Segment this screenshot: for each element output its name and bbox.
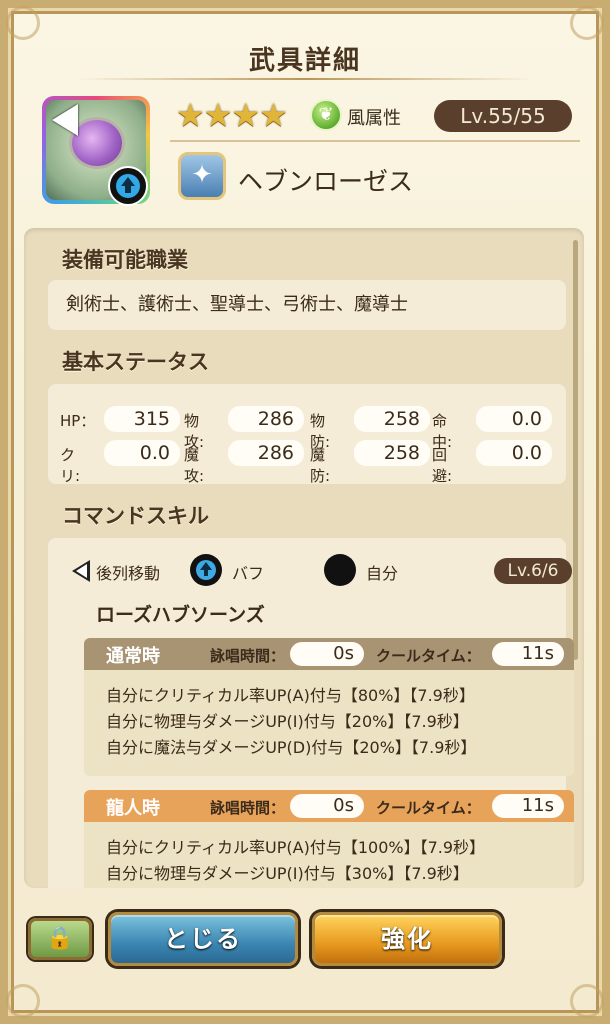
- lock-icon: 🔒: [46, 926, 74, 951]
- tag-buff: バフ: [232, 564, 265, 583]
- equippable-jobs: 剣術士、護術士、聖導士、弓術士、魔導士: [48, 280, 566, 330]
- attribute-label: 風属性: [347, 108, 401, 129]
- corner-ornament: [6, 984, 40, 1018]
- cooltime-value: 11s: [492, 794, 564, 818]
- cast-time-label: 詠唱時間：: [210, 647, 286, 665]
- tag-self: 自分: [366, 564, 399, 583]
- sparkle-skill-icon: ✦: [178, 152, 226, 200]
- cooltime-value: 11s: [492, 642, 564, 666]
- cast-time-label: 詠唱時間：: [210, 799, 286, 817]
- cast-time-value: 0s: [290, 642, 364, 666]
- stats-panel: HP： 315 物攻: 286 物防: 258 命中: 0.0 クリ: 0.0 魔攻: 28…: [48, 384, 566, 485]
- scrollbar[interactable]: [573, 240, 578, 660]
- back-row-move-icon: [72, 560, 90, 582]
- lock-button[interactable]: 🔒: [28, 918, 92, 960]
- cooltime-label: クールタイム：: [376, 799, 481, 817]
- weapon-name: ヘブンローゼス: [238, 167, 414, 196]
- weapon-level-badge: Lv.55/55: [434, 100, 572, 132]
- effect-line: 自分に魔法与ダメージUP(D)付与【20%】【7.9秒】: [106, 738, 477, 757]
- jobs-heading: 装備可能職業: [62, 248, 188, 272]
- wind-attribute-icon: ❦: [310, 99, 342, 131]
- dragon-mode-panel: 龍人時 詠唱時間： 0s クールタイム： 11s 自分にクリティカル率UP(A)…: [84, 790, 574, 888]
- normal-mode-title: 通常時: [106, 646, 160, 667]
- command-skill-heading: コマンドスキル: [62, 504, 209, 528]
- effect-line: 自分にクリティカル率UP(A)付与【80%】【7.9秒】: [106, 686, 475, 705]
- enhance-button[interactable]: 強化: [312, 912, 502, 966]
- tag-back-row-move: 後列移動: [96, 564, 161, 583]
- buff-up-icon: [108, 166, 148, 206]
- normal-mode-panel: 通常時 詠唱時間： 0s クールタイム： 11s 自分にクリティカル率UP(A)…: [84, 638, 574, 776]
- stats-heading: 基本ステータス: [62, 350, 209, 374]
- buff-icon: [190, 554, 222, 586]
- effect-line: 自分にクリティカル率UP(A)付与【100%】【7.9秒】: [106, 838, 486, 857]
- page-title: 武具詳細: [248, 46, 361, 76]
- title-divider: [75, 78, 535, 80]
- back-row-move-icon: [52, 104, 78, 136]
- skill-name: ローズハブソーンズ: [96, 604, 265, 626]
- header-divider: [170, 140, 580, 142]
- cooltime-label: クールタイム：: [376, 647, 481, 665]
- rose-weapon-image: [72, 120, 122, 166]
- rarity-stars: ★★★★: [176, 96, 288, 134]
- detail-scroll-area[interactable]: 装備可能職業 剣術士、護術士、聖導士、弓術士、魔導士 基本ステータス HP： 31…: [24, 228, 584, 888]
- corner-ornament: [570, 6, 604, 40]
- cast-time-value: 0s: [290, 794, 364, 818]
- skill-level-badge: Lv.6/6: [494, 558, 572, 584]
- command-skill-panel: 後列移動 バフ 自分 Lv.6/6 ローズハブソーンズ 通常時 詠唱時間： 0s…: [48, 538, 574, 888]
- close-button[interactable]: とじる: [108, 912, 298, 966]
- corner-ornament: [570, 984, 604, 1018]
- corner-ornament: [6, 6, 40, 40]
- self-target-icon: [324, 554, 356, 586]
- effect-line: 自分に物理与ダメージUP(I)付与【30%】【7.9秒】: [106, 864, 469, 883]
- effect-line: 自分に物理与ダメージUP(I)付与【20%】【7.9秒】: [106, 712, 469, 731]
- dragon-mode-title: 龍人時: [106, 798, 160, 819]
